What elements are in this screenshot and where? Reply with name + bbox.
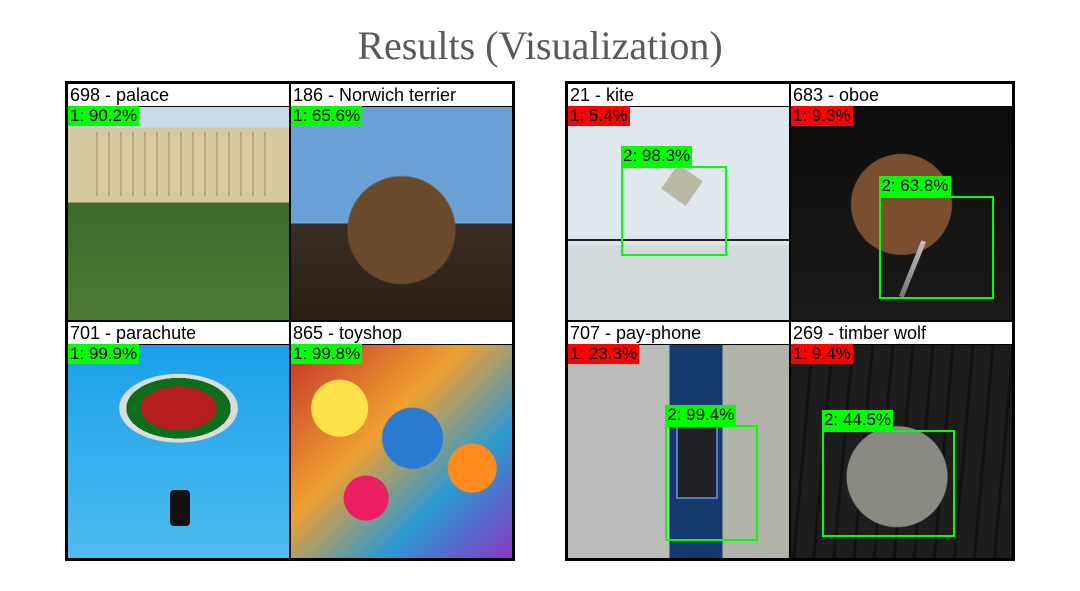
result-cell: 698 - palace1: 90.2%	[67, 83, 290, 321]
cell-image: 1: 5.4% 2: 98.3%	[568, 106, 789, 320]
confidence-tag: 1: 65.6%	[291, 106, 362, 126]
confidence-tag: 1: 5.4%	[568, 106, 630, 126]
cell-image: 1: 99.8%	[291, 344, 512, 558]
result-cell: 707 - pay-phone1: 23.3% 2: 99.4%	[567, 321, 790, 559]
confidence-tag: 1: 9.4%	[791, 344, 853, 364]
result-cell: 21 - kite1: 5.4% 2: 98.3%	[567, 83, 790, 321]
cell-class-label: 701 - parachute	[68, 322, 289, 345]
cell-class-label: 21 - kite	[568, 84, 789, 107]
confidence-tag: 2: 98.3%	[621, 146, 692, 166]
result-cell: 683 - oboe1: 9.3% 2: 63.8%	[790, 83, 1013, 321]
cell-image: 1: 90.2%	[68, 106, 289, 320]
result-cell: 186 - Norwich terrier1: 65.6%	[290, 83, 513, 321]
cell-image: 1: 9.4% 2: 44.5%	[791, 344, 1012, 558]
cell-image: 1: 65.6%	[291, 106, 512, 320]
confidence-tag: 1: 90.2%	[68, 106, 139, 126]
result-cell: 865 - toyshop1: 99.8%	[290, 321, 513, 559]
cell-class-label: 186 - Norwich terrier	[291, 84, 512, 107]
cell-class-label: 865 - toyshop	[291, 322, 512, 345]
cell-class-label: 269 - timber wolf	[791, 322, 1012, 345]
confidence-tag: 2: 44.5%	[822, 410, 893, 430]
cell-image: 1: 99.9%	[68, 344, 289, 558]
slide-title: Results (Visualization)	[0, 0, 1080, 81]
result-panel: 698 - palace1: 90.2%186 - Norwich terrie…	[65, 81, 515, 561]
detection-bbox	[822, 430, 955, 537]
confidence-tag: 1: 9.3%	[791, 106, 853, 126]
detection-bbox	[879, 196, 994, 299]
result-panel: 21 - kite1: 5.4% 2: 98.3% 683 - oboe1: 9.3…	[565, 81, 1015, 561]
cell-image: 1: 9.3% 2: 63.8%	[791, 106, 1012, 320]
result-cell: 701 - parachute1: 99.9%	[67, 321, 290, 559]
confidence-tag: 1: 99.9%	[68, 344, 139, 364]
content-area: 698 - palace1: 90.2%186 - Norwich terrie…	[0, 81, 1080, 561]
cell-image: 1: 23.3% 2: 99.4%	[568, 344, 789, 558]
cell-class-label: 707 - pay-phone	[568, 322, 789, 345]
result-cell: 269 - timber wolf1: 9.4% 2: 44.5%	[790, 321, 1013, 559]
slide: Results (Visualization) 698 - palace1: 9…	[0, 0, 1080, 591]
detection-bbox	[665, 425, 758, 541]
confidence-tag: 2: 63.8%	[879, 176, 950, 196]
confidence-tag: 1: 23.3%	[568, 344, 639, 364]
confidence-tag: 1: 99.8%	[291, 344, 362, 364]
cell-class-label: 698 - palace	[68, 84, 289, 107]
detection-bbox	[621, 166, 727, 256]
confidence-tag: 2: 99.4%	[665, 405, 736, 425]
cell-class-label: 683 - oboe	[791, 84, 1012, 107]
